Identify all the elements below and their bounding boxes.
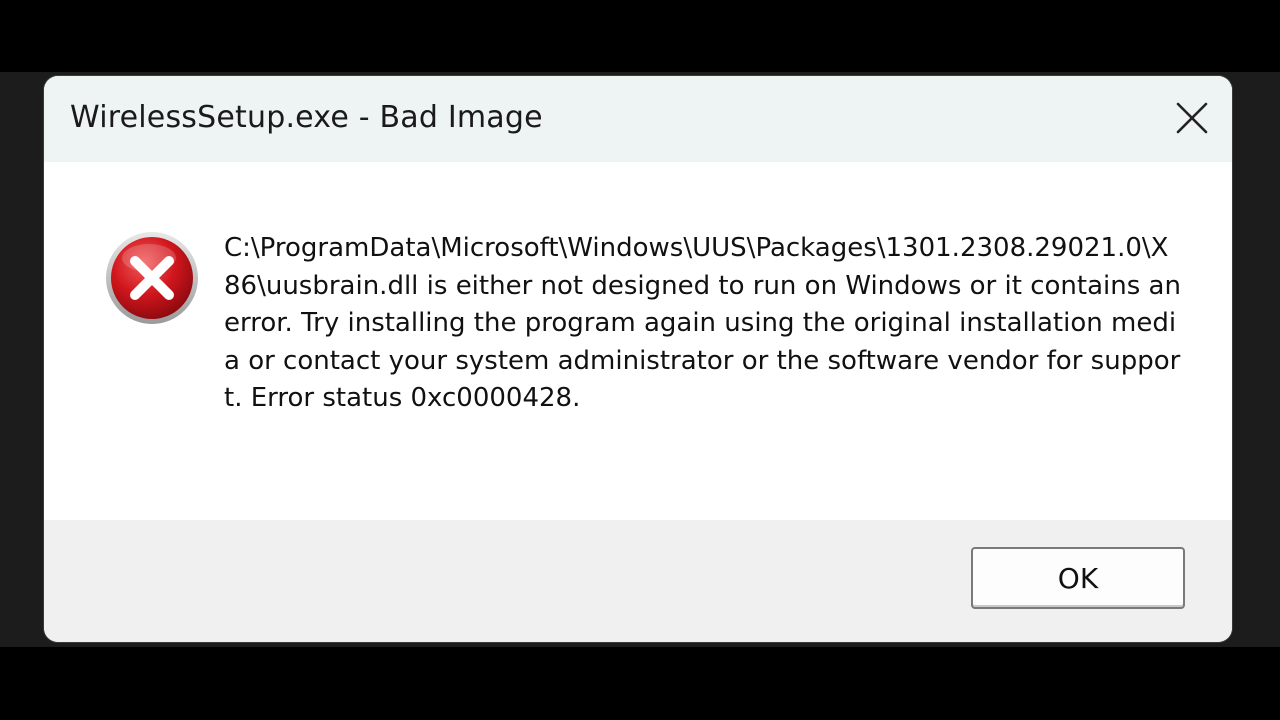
error-dialog: WirelessSetup.exe - Bad Image C:\Program… xyxy=(44,76,1232,642)
dialog-titlebar: WirelessSetup.exe - Bad Image xyxy=(44,76,1232,162)
ok-button[interactable]: OK xyxy=(971,547,1185,609)
error-message: C:\ProgramData\Microsoft\Windows\UUS\Pac… xyxy=(224,233,1181,413)
error-icon xyxy=(106,232,198,324)
dialog-content: C:\ProgramData\Microsoft\Windows\UUS\Pac… xyxy=(44,162,1232,520)
close-button[interactable] xyxy=(1160,88,1224,148)
close-icon xyxy=(1176,102,1208,134)
dialog-footer: OK xyxy=(44,520,1232,642)
dialog-title: WirelessSetup.exe - Bad Image xyxy=(70,100,543,135)
